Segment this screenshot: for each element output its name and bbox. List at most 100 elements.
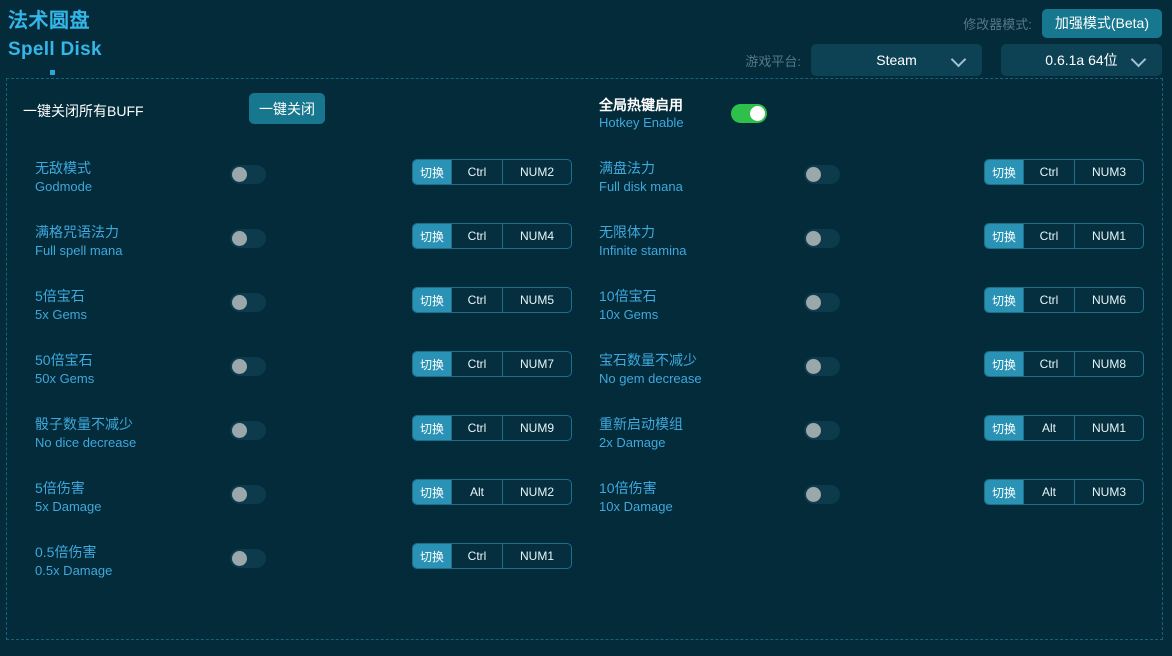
hotkey-chip[interactable]: 切换 Ctrl NUM8 <box>984 351 1145 377</box>
cheat-label-cn: 宝石数量不减少 <box>599 352 697 368</box>
cheat-toggle[interactable] <box>804 485 840 504</box>
hotkey-chip[interactable]: 切换 Alt NUM2 <box>412 479 573 505</box>
cheat-label-en: 0.5x Damage <box>35 563 113 578</box>
cheat-label-en: 50x Gems <box>35 371 95 386</box>
version-select[interactable]: 0.6.1a 64位 <box>1001 44 1162 76</box>
hotkey-chip[interactable]: 切换 Ctrl NUM3 <box>984 159 1145 185</box>
cheat-toggle[interactable] <box>230 421 266 440</box>
cheat-toggle[interactable] <box>804 293 840 312</box>
cheat-toggle[interactable] <box>230 357 266 376</box>
chevron-down-icon <box>950 51 967 68</box>
cheat-row: 50倍宝石 50x Gems 切换 Ctrl NUM7 <box>23 339 589 403</box>
hotkey-main-key: NUM3 <box>1074 160 1143 184</box>
cheat-label: 5倍伤害 5x Damage <box>35 479 215 516</box>
cheat-label-cn: 无敌模式 <box>35 160 91 176</box>
cheat-row: 无敌模式 Godmode 切换 Ctrl NUM2 <box>23 147 589 211</box>
global-controls-row: 一键关闭所有BUFF 一键关闭 全局热键启用 Hotkey Enable <box>7 79 1162 147</box>
trainer-mode-button[interactable]: 加强模式(Beta) <box>1041 8 1162 38</box>
cheat-label: 重新启动模组 2x Damage <box>599 415 779 452</box>
hotkey-action-label: 切换 <box>985 416 1024 440</box>
cheat-toggle[interactable] <box>804 229 840 248</box>
hotkey-enable-toggle-wrap <box>731 93 767 133</box>
cheat-row: 满盘法力 Full disk mana 切换 Ctrl NUM3 <box>599 147 1165 211</box>
cheat-label-en: 10x Damage <box>599 499 673 514</box>
toggle-knob <box>232 423 247 438</box>
hotkey-chip[interactable]: 切换 Ctrl NUM1 <box>984 223 1145 249</box>
hotkey-chip[interactable]: 切换 Alt NUM3 <box>984 479 1145 505</box>
cheat-label-en: No dice decrease <box>35 435 137 450</box>
hotkey-main-key: NUM7 <box>502 352 571 376</box>
cheat-row: 0.5倍伤害 0.5x Damage 切换 Ctrl NUM1 <box>23 531 589 595</box>
cheats-column-right: 满盘法力 Full disk mana 切换 Ctrl NUM3 无限体力 Infinite… <box>599 147 1165 531</box>
hotkey-main-key: NUM6 <box>1074 288 1143 312</box>
hotkey-chip[interactable]: 切换 Ctrl NUM7 <box>412 351 573 377</box>
hotkey-chip[interactable]: 切换 Ctrl NUM4 <box>412 223 573 249</box>
hotkey-modifier-key: Ctrl <box>1023 224 1074 248</box>
hotkey-modifier-key: Ctrl <box>1023 160 1074 184</box>
hotkey-chip[interactable]: 切换 Ctrl NUM2 <box>412 159 573 185</box>
cheat-label-en: Godmode <box>35 179 93 194</box>
hotkey-chip[interactable]: 切换 Ctrl NUM6 <box>984 287 1145 313</box>
cheat-toggle[interactable] <box>804 421 840 440</box>
cheat-label-cn: 5倍伤害 <box>35 480 85 496</box>
hotkey-action-label: 切换 <box>413 416 452 440</box>
hotkey-modifier-key: Ctrl <box>451 288 502 312</box>
cheats-panel: 一键关闭所有BUFF 一键关闭 全局热键启用 Hotkey Enable 无敌模… <box>6 78 1163 640</box>
header-controls: 修改器模式: 加强模式(Beta) 游戏平台: Steam 0.6.1a 64位 <box>572 6 1162 76</box>
hotkey-chip[interactable]: 切换 Alt NUM1 <box>984 415 1145 441</box>
hotkey-chip[interactable]: 切换 Ctrl NUM9 <box>412 415 573 441</box>
close-all-buffs-label: 一键关闭所有BUFF <box>23 103 144 119</box>
mode-label: 修改器模式: <box>963 16 1032 32</box>
hotkey-enable-toggle[interactable] <box>731 103 767 123</box>
toggle-knob <box>806 167 821 182</box>
cheat-label-cn: 满格咒语法力 <box>35 224 119 240</box>
cheat-label: 满格咒语法力 Full spell mana <box>35 223 215 260</box>
cheat-toggle[interactable] <box>804 165 840 184</box>
hotkey-chip[interactable]: 切换 Ctrl NUM5 <box>412 287 573 313</box>
cheat-toggle[interactable] <box>230 293 266 312</box>
platform-row: 游戏平台: Steam 0.6.1a 64位 <box>572 43 1162 77</box>
cheat-row: 10倍宝石 10x Gems 切换 Ctrl NUM6 <box>599 275 1165 339</box>
hotkey-enable-label: 全局热键启用 Hotkey Enable <box>599 96 717 131</box>
hotkey-modifier-key: Ctrl <box>1023 288 1074 312</box>
cheat-label-cn: 10倍宝石 <box>599 288 657 304</box>
hotkey-main-key: NUM9 <box>502 416 571 440</box>
cheat-toggle[interactable] <box>230 165 266 184</box>
cheat-label: 宝石数量不减少 No gem decrease <box>599 351 779 388</box>
toggle-knob <box>232 167 247 182</box>
hotkey-main-key: NUM1 <box>1074 416 1143 440</box>
cheat-row: 重新启动模组 2x Damage 切换 Alt NUM1 <box>599 403 1165 467</box>
cheat-label-en: 2x Damage <box>599 435 666 450</box>
toggle-knob <box>806 423 821 438</box>
cheat-label-cn: 5倍宝石 <box>35 288 85 304</box>
cheat-label-en: 5x Gems <box>35 307 88 322</box>
cheat-label: 满盘法力 Full disk mana <box>599 159 779 196</box>
hotkey-main-key: NUM8 <box>1074 352 1143 376</box>
hotkey-main-key: NUM1 <box>502 544 571 568</box>
toggle-knob <box>750 105 765 121</box>
hotkey-main-key: NUM2 <box>502 480 571 504</box>
cheat-toggle[interactable] <box>804 357 840 376</box>
close-all-buffs-button[interactable]: 一键关闭 <box>249 93 325 124</box>
toggle-knob <box>232 551 247 566</box>
platform-select-value: Steam <box>876 52 917 68</box>
hotkey-main-key: NUM5 <box>502 288 571 312</box>
hotkey-modifier-key: Alt <box>451 480 502 504</box>
hotkey-action-label: 切换 <box>413 224 452 248</box>
hotkey-action-label: 切换 <box>413 160 452 184</box>
hotkey-chip[interactable]: 切换 Ctrl NUM1 <box>412 543 573 569</box>
platform-select[interactable]: Steam <box>811 44 982 76</box>
cheat-toggle[interactable] <box>230 549 266 568</box>
cheat-label: 无限体力 Infinite stamina <box>599 223 779 260</box>
cheat-label-en: No gem decrease <box>599 371 702 386</box>
toggle-knob <box>232 231 247 246</box>
cheats-column-left: 无敌模式 Godmode 切换 Ctrl NUM2 满格咒语法力 Full spell ma… <box>23 147 589 595</box>
toggle-knob <box>232 295 247 310</box>
cheat-row: 满格咒语法力 Full spell mana 切换 Ctrl NUM4 <box>23 211 589 275</box>
accent-marker <box>50 70 55 75</box>
cheat-toggle[interactable] <box>230 485 266 504</box>
cheat-toggle[interactable] <box>230 229 266 248</box>
toggle-knob <box>806 487 821 502</box>
hotkey-modifier-key: Ctrl <box>1023 352 1074 376</box>
version-select-value: 0.6.1a 64位 <box>1045 52 1118 68</box>
